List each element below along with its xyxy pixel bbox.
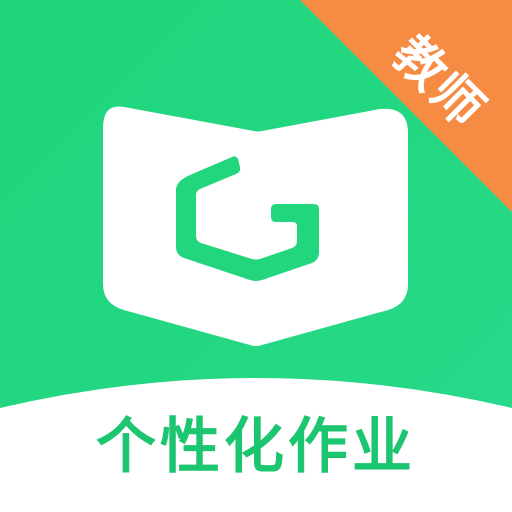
app-icon: 教师 个性化作业 [0,0,512,512]
book-with-g-logo-icon [103,106,408,346]
app-caption: 个性化作业 [96,412,416,482]
